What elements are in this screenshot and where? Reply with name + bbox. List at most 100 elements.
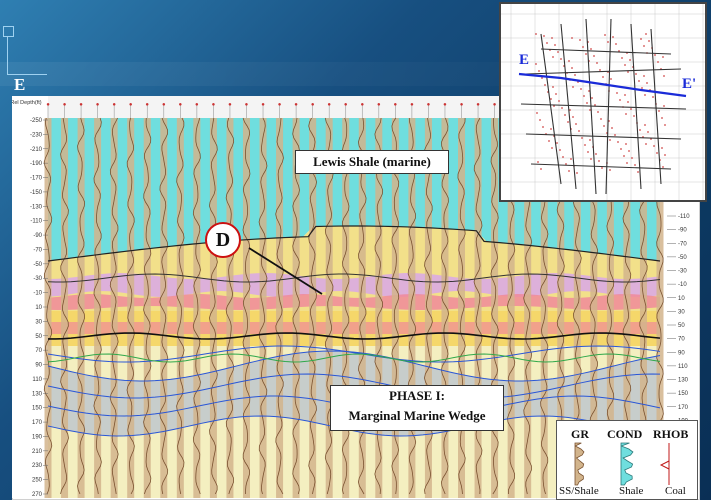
inset-well-dot xyxy=(554,44,556,46)
inset-well-dot xyxy=(638,80,640,82)
depth-tick-label: 250 xyxy=(32,478,43,484)
inset-well-dot xyxy=(603,125,605,127)
well-name-label: ● xyxy=(327,102,331,108)
well-log-trace xyxy=(309,118,317,498)
inset-well-dot xyxy=(578,130,580,132)
inset-well-dot xyxy=(594,104,596,106)
inset-well-dot xyxy=(648,40,650,42)
well-log-column: ● xyxy=(457,102,466,498)
well-name-label: ● xyxy=(63,102,67,108)
well-name-label: ● xyxy=(79,102,83,108)
inset-well-dot xyxy=(617,141,619,143)
inset-end-label: E' xyxy=(682,76,697,92)
well-log-column: ● xyxy=(43,102,53,498)
inset-well-dot xyxy=(543,35,545,37)
well-name-label: ● xyxy=(278,102,282,108)
legend-gr-curve xyxy=(574,442,585,486)
slide-corner-line-horizontal xyxy=(7,74,47,75)
inset-well-dot xyxy=(568,170,570,172)
inset-well-dot xyxy=(567,121,569,123)
right-depth-tick-label: -90 xyxy=(678,228,687,234)
inset-well-dot xyxy=(626,162,628,164)
slide-corner-marker xyxy=(3,26,14,37)
right-depth-tick-label: 50 xyxy=(678,323,685,329)
inset-well-dot xyxy=(644,124,646,126)
inset-well-dot xyxy=(559,149,561,151)
right-depth-tick-label: -50 xyxy=(678,255,687,261)
well-name-label: ● xyxy=(493,102,497,108)
inset-well-dot xyxy=(664,154,666,156)
inset-well-dot xyxy=(572,86,574,88)
inset-map-drawing xyxy=(501,4,705,200)
inset-well-dot xyxy=(535,33,537,35)
inset-well-dot xyxy=(597,111,599,113)
legend-cond-curve xyxy=(620,442,634,486)
location-inset-map xyxy=(499,2,707,202)
inset-well-dot xyxy=(631,157,633,159)
well-log-column: ● xyxy=(109,102,119,498)
inset-well-dot xyxy=(565,163,567,165)
well-log-column: ● xyxy=(176,102,185,498)
inset-well-dot xyxy=(557,51,559,53)
depth-tick-label: 30 xyxy=(35,319,42,325)
well-name-label: ● xyxy=(195,102,199,108)
well-name-label: ● xyxy=(377,102,381,108)
inset-well-dot xyxy=(586,102,588,104)
inset-well-dot xyxy=(552,86,554,88)
inset-well-dot xyxy=(616,92,618,94)
depth-tick-label: -250 xyxy=(30,118,43,124)
inset-well-dot xyxy=(598,160,600,162)
inset-well-dot xyxy=(544,84,546,86)
well-log-column: ● xyxy=(490,102,499,498)
legend-rhob-label: RHOB xyxy=(653,427,689,441)
inset-well-dot xyxy=(627,101,629,103)
inset-well-dot xyxy=(643,45,645,47)
inset-well-dot xyxy=(558,100,560,102)
inset-well-dot xyxy=(587,151,589,153)
inset-well-dot xyxy=(652,96,654,98)
well-log-column: ● xyxy=(192,102,201,498)
lewis-shale-label: Lewis Shale (marine) xyxy=(295,150,449,174)
depth-tick-label: 150 xyxy=(32,406,43,412)
phase-label-box: PHASE I: Marginal Marine Wedge xyxy=(330,385,504,431)
well-name-label: ● xyxy=(344,102,348,108)
depth-tick-label: -190 xyxy=(30,161,43,167)
inset-well-dot xyxy=(541,77,543,79)
depth-tick-label: 70 xyxy=(35,348,42,354)
well-log-trace xyxy=(491,118,499,498)
inset-well-dot xyxy=(550,128,552,130)
section-start-label: E xyxy=(14,75,26,94)
well-log-column: ● xyxy=(242,102,251,498)
well-name-label: ● xyxy=(46,102,50,108)
inset-well-dot xyxy=(581,137,583,139)
right-depth-tick-label: -30 xyxy=(678,269,687,275)
well-log-column: ● xyxy=(473,102,483,498)
marker-d: D xyxy=(205,222,241,258)
inset-well-dot xyxy=(595,153,597,155)
inset-well-dot xyxy=(570,158,572,160)
well-name-label: ● xyxy=(394,102,398,108)
inset-well-dot xyxy=(619,99,621,101)
inset-well-dot xyxy=(645,143,647,145)
depth-tick-label: 270 xyxy=(32,492,43,498)
well-name-label: ● xyxy=(427,102,431,108)
inset-well-dot xyxy=(575,123,577,125)
right-depth-tick-label: 130 xyxy=(678,378,689,384)
well-log-trace xyxy=(424,118,432,498)
depth-tick-label: 110 xyxy=(32,377,42,383)
inset-well-dot xyxy=(623,155,625,157)
right-depth-tick-label: 90 xyxy=(678,350,685,356)
depth-tick-label: 130 xyxy=(32,391,43,397)
inset-well-dot xyxy=(610,78,612,80)
legend-rhob-spike xyxy=(659,460,670,470)
inset-well-dot xyxy=(551,147,553,149)
inset-well-dot xyxy=(556,142,558,144)
well-log-trace xyxy=(441,118,449,498)
inset-well-dot xyxy=(537,161,539,163)
inset-well-dot xyxy=(614,134,616,136)
inset-well-dot xyxy=(625,143,627,145)
inset-well-dot xyxy=(654,54,656,56)
inset-well-dot xyxy=(561,107,563,109)
depth-tick-label: 170 xyxy=(32,420,43,426)
well-name-label: ● xyxy=(162,102,166,108)
